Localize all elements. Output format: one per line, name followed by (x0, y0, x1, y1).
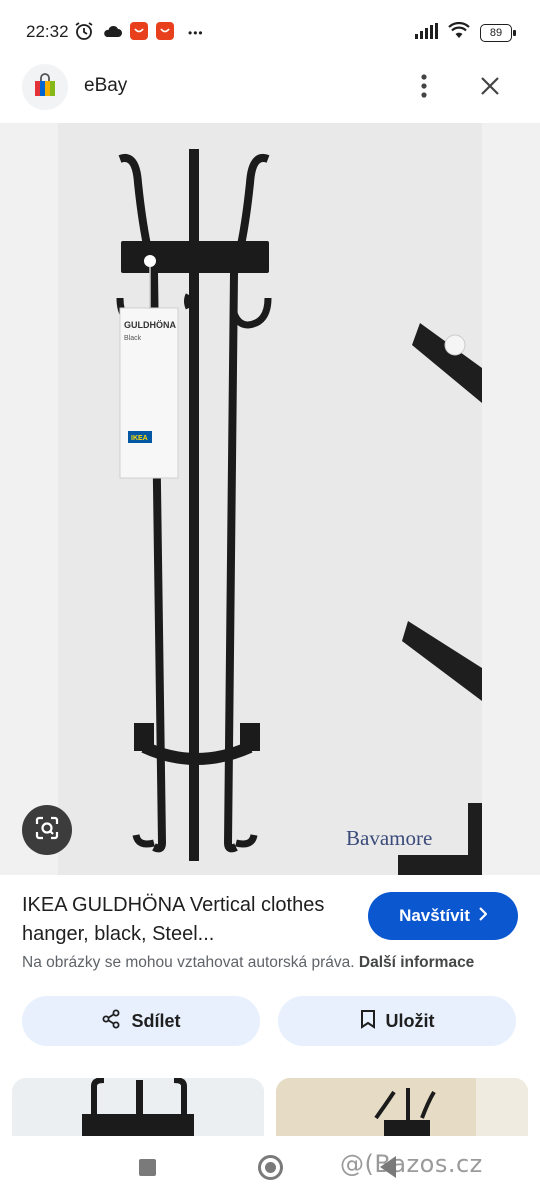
wifi-icon (448, 21, 470, 44)
tag-brand: IKEA (131, 435, 148, 442)
tag-product-name: GULDHÖNA (124, 320, 176, 330)
visit-button[interactable]: Navštívit (368, 892, 518, 940)
share-icon (101, 1009, 121, 1034)
save-label: Uložit (385, 1010, 435, 1031)
share-button[interactable]: Sdílet (22, 996, 260, 1046)
bazos-watermark: @(Bazos.cz (340, 1150, 483, 1178)
more-options-button[interactable] (406, 70, 442, 106)
site-favicon (22, 64, 68, 110)
product-image[interactable]: GULDHÖNA Black IKEA Bavamore (58, 123, 482, 875)
status-icons-right: 89 (414, 21, 516, 44)
chevron-right-icon (478, 906, 488, 926)
lens-search-button[interactable] (22, 805, 72, 855)
status-icons-left: ••• (74, 21, 204, 46)
status-time: 22:32 (26, 22, 69, 41)
tag-color: Black (124, 335, 142, 342)
status-bar: 22:32 ••• 89 (0, 0, 540, 64)
lens-icon (34, 815, 60, 846)
close-icon (480, 76, 500, 101)
home-button[interactable] (258, 1155, 283, 1180)
battery-indicator: 89 (480, 24, 516, 42)
signal-icon (414, 22, 438, 44)
shopping-bag-icon (34, 72, 56, 102)
cloud-icon (102, 24, 122, 43)
header: eBay (0, 64, 540, 122)
share-label: Sdílet (131, 1010, 181, 1031)
system-nav-bar: @(Bazos.cz (0, 1136, 540, 1200)
more-notifications-icon: ••• (188, 26, 204, 40)
image-watermark: Bavamore (346, 826, 432, 850)
result-title[interactable]: IKEA GULDHÖNA Vertical clothes hanger, b… (22, 891, 342, 949)
related-image-thumbnail[interactable] (276, 1078, 528, 1136)
recents-button[interactable] (139, 1159, 156, 1176)
close-button[interactable] (472, 70, 508, 106)
more-vert-icon (421, 73, 427, 103)
aliexpress-icon-2 (156, 21, 174, 45)
visit-button-label: Navštívit (399, 906, 470, 925)
aliexpress-icon (130, 21, 148, 45)
image-preview-area: GULDHÖNA Black IKEA Bavamore (0, 123, 540, 875)
alarm-icon (74, 21, 94, 46)
more-info-link[interactable]: Další informace (359, 954, 474, 971)
site-name[interactable]: eBay (84, 75, 127, 97)
copyright-notice: Na obrázky se mohou vztahovat autorská p… (22, 954, 474, 972)
copyright-text: Na obrázky se mohou vztahovat autorská p… (22, 954, 355, 971)
related-image-thumbnail[interactable] (12, 1078, 264, 1136)
bookmark-icon (360, 1009, 376, 1034)
save-button[interactable]: Uložit (278, 996, 516, 1046)
